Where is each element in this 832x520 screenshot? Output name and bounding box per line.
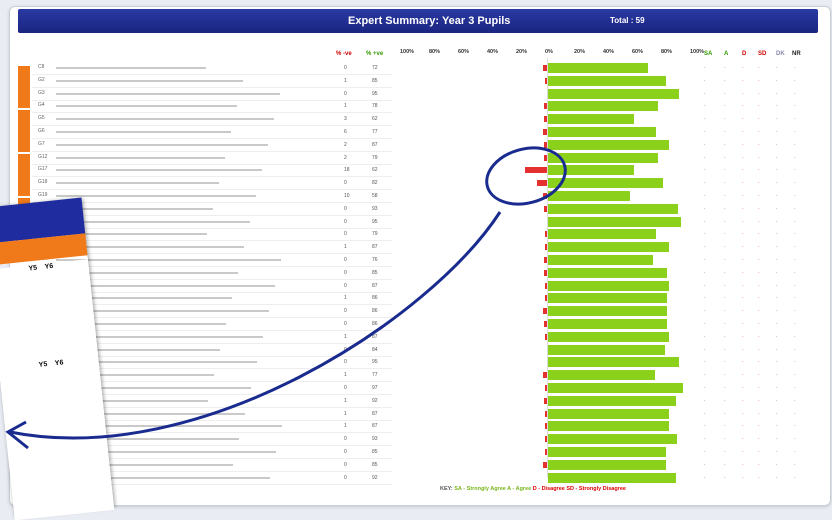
pointer-arrow [9, 211, 502, 440]
highlight-annotation [5, 146, 567, 450]
highlight-circle [485, 146, 567, 206]
